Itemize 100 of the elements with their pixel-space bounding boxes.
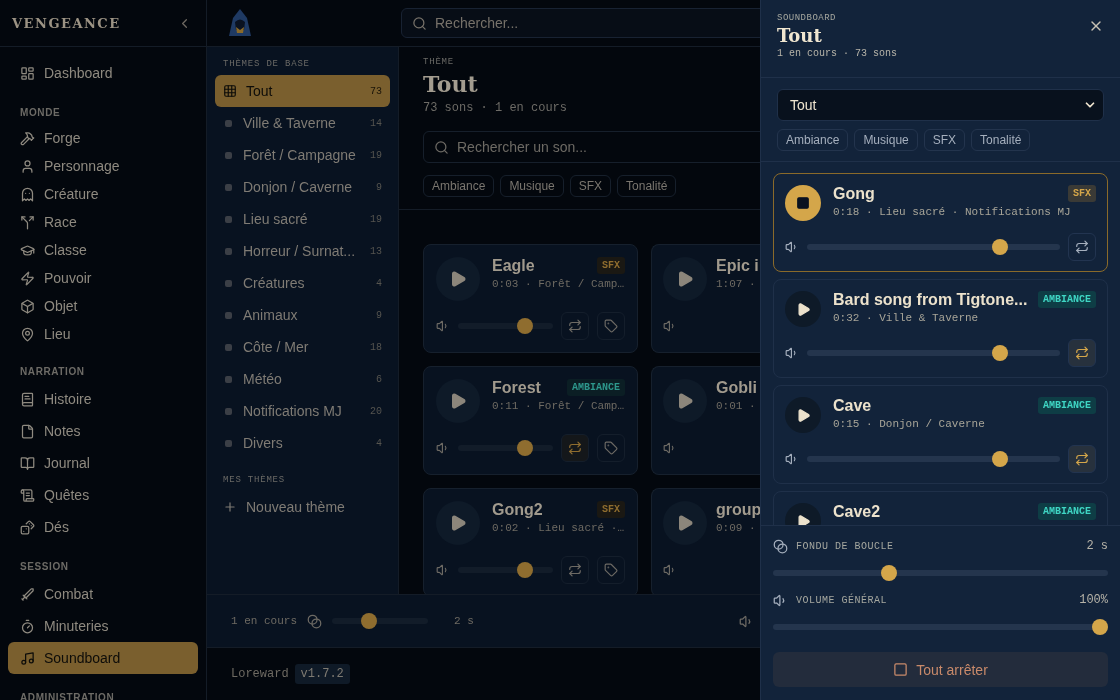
- play-button[interactable]: [785, 291, 821, 327]
- slider-handle[interactable]: [517, 562, 534, 578]
- filter-chip[interactable]: Musique: [500, 175, 564, 197]
- nav-item[interactable]: Objet: [8, 292, 198, 320]
- search-field[interactable]: Rechercher...: [401, 8, 760, 38]
- loop-button[interactable]: [1068, 233, 1096, 261]
- filter-chip[interactable]: SFX: [569, 175, 612, 197]
- page-title: Tout: [423, 71, 479, 97]
- theme-item[interactable]: Forêt / Campagne 19: [215, 139, 390, 171]
- filter-chip[interactable]: Ambiance: [777, 129, 849, 151]
- loop-button[interactable]: [561, 312, 589, 340]
- filter-chip[interactable]: SFX: [923, 129, 966, 151]
- plus-icon: [223, 500, 237, 514]
- bullet-icon: [225, 311, 232, 319]
- loop-button[interactable]: [1068, 445, 1096, 473]
- bullet-icon: [225, 119, 232, 127]
- theme-item[interactable]: Lieu sacré 19: [215, 203, 390, 235]
- theme-item[interactable]: Côte / Mer 18: [215, 331, 390, 363]
- filter-chip[interactable]: Tonalité: [617, 175, 677, 197]
- nav-item[interactable]: Minuteries: [8, 610, 198, 642]
- tag-button[interactable]: [597, 434, 625, 462]
- dashboard-icon: [20, 65, 35, 81]
- sound-name: Cave2: [833, 503, 881, 521]
- search-placeholder: Rechercher...: [435, 15, 519, 31]
- play-icon: [795, 513, 811, 525]
- sound-search-field[interactable]: Rechercher un son...: [423, 131, 760, 163]
- sound-meta: 0:18 · Lieu sacré · Notifications MJ: [833, 206, 1072, 218]
- loop-button[interactable]: [1068, 339, 1096, 367]
- theme-count: 9: [376, 309, 382, 321]
- sound-name: group: [716, 501, 760, 519]
- tag-button[interactable]: [597, 556, 625, 584]
- theme-count: 4: [376, 277, 382, 289]
- page-subtitle: 73 sons · 1 en cours: [423, 101, 569, 115]
- slider-handle[interactable]: [1092, 619, 1108, 635]
- ghost-icon: [20, 186, 35, 202]
- nav-item[interactable]: Quêtes: [8, 479, 198, 511]
- play-icon: [449, 514, 467, 532]
- loop-button[interactable]: [561, 434, 589, 462]
- theme-item[interactable]: Donjon / Caverne 9: [215, 171, 390, 203]
- app-brand: VENGEANCE: [12, 15, 121, 31]
- repeat-icon: [568, 563, 582, 577]
- book-icon: [20, 391, 35, 407]
- music-note-icon: [20, 650, 35, 666]
- theme-item[interactable]: Horreur / Surnat... 13: [215, 235, 390, 267]
- stop-button[interactable]: [785, 185, 821, 221]
- nav-item[interactable]: Combat: [8, 578, 198, 610]
- theme-item[interactable]: Animaux 9: [215, 299, 390, 331]
- slider-handle[interactable]: [517, 440, 534, 456]
- tag-button[interactable]: [597, 312, 625, 340]
- nav-item[interactable]: Classe: [8, 236, 198, 264]
- theme-item[interactable]: Météo 6: [215, 363, 390, 395]
- slider-handle[interactable]: [991, 451, 1008, 467]
- section-heading: NARRATION: [19, 365, 86, 379]
- nav-item[interactable]: Journal: [8, 447, 198, 479]
- nav-item[interactable]: Dés: [8, 511, 198, 543]
- slider-handle[interactable]: [360, 613, 377, 629]
- nav-item[interactable]: Créature: [8, 180, 198, 208]
- bullet-icon: [225, 215, 232, 223]
- slider-handle[interactable]: [991, 239, 1008, 255]
- sword-icon: [20, 586, 35, 602]
- search-placeholder: Rechercher un son...: [457, 139, 587, 155]
- theme-item[interactable]: Divers 4: [215, 427, 390, 459]
- nav-item[interactable]: Soundboard: [8, 642, 198, 674]
- nav-item[interactable]: Dashboard: [8, 57, 198, 89]
- sound-meta: 0:03 · Forêt / Camp…: [492, 278, 625, 290]
- drawer-subtitle: 1 en cours · 73 sons: [777, 48, 898, 59]
- category-tag: SFX: [597, 501, 625, 518]
- stop-all-button[interactable]: Tout arrêter: [773, 652, 1108, 687]
- theme-item[interactable]: Ville & Taverne 14: [215, 107, 390, 139]
- theme-item[interactable]: Créatures 4: [215, 267, 390, 299]
- theme-select[interactable]: Tout: [777, 89, 1104, 121]
- play-button[interactable]: [785, 397, 821, 433]
- nav-item[interactable]: Race: [8, 208, 198, 236]
- crossfade-icon: [307, 613, 322, 629]
- sound-meta: 0:11 · Forêt / Camp…: [492, 400, 625, 412]
- category-tag: SFX: [597, 257, 625, 274]
- nav-item[interactable]: Notes: [8, 415, 198, 447]
- filter-chip[interactable]: Ambiance: [423, 175, 495, 197]
- loop-button[interactable]: [561, 556, 589, 584]
- new-theme-button[interactable]: Nouveau thème: [215, 491, 390, 523]
- grid-icon: [223, 84, 237, 98]
- slider-handle[interactable]: [991, 345, 1008, 361]
- theme-item[interactable]: Notifications MJ 20: [215, 395, 390, 427]
- filter-chip[interactable]: Tonalité: [971, 129, 1031, 151]
- slider-handle[interactable]: [881, 565, 898, 581]
- repeat-icon: [1075, 240, 1089, 254]
- nav-item[interactable]: Histoire: [8, 383, 198, 415]
- filter-chip[interactable]: Musique: [854, 129, 918, 151]
- nav-item[interactable]: Forge: [8, 124, 198, 152]
- map-pin-icon: [20, 326, 35, 342]
- theme-count: 18: [370, 341, 382, 353]
- nav-item[interactable]: Pouvoir: [8, 264, 198, 292]
- tag-icon: [604, 563, 618, 577]
- section-heading: THÈMES DE BASE: [222, 57, 311, 71]
- nav-item[interactable]: Personnage: [8, 152, 198, 180]
- nav-item[interactable]: Lieu: [8, 320, 198, 348]
- repeat-icon: [1075, 346, 1089, 360]
- setting-label: FONDU DE BOUCLE: [796, 540, 894, 552]
- theme-item[interactable]: Tout 73: [215, 75, 390, 107]
- slider-handle[interactable]: [517, 318, 534, 334]
